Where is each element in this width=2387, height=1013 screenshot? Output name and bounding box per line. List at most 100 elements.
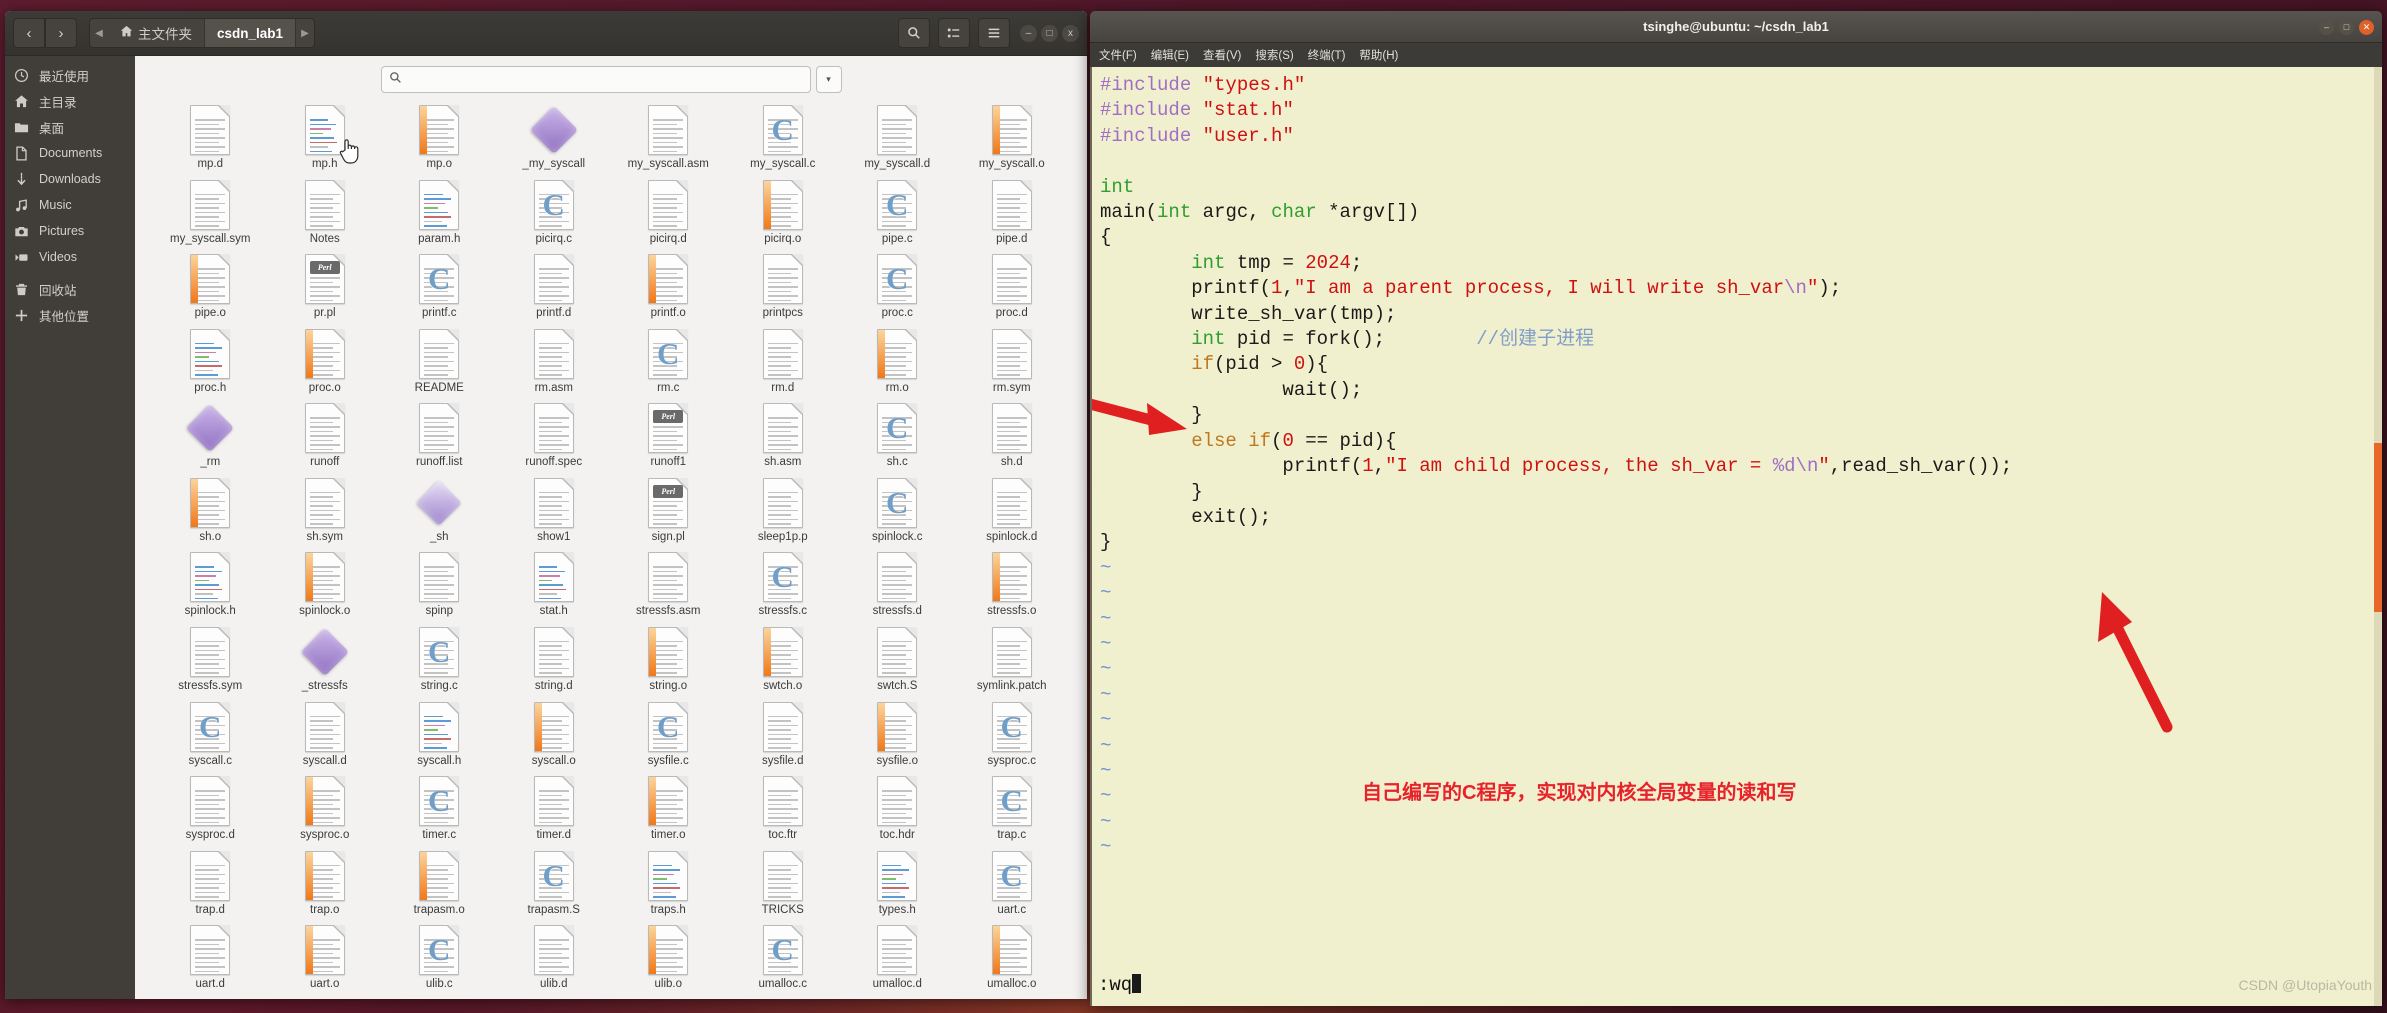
file-item[interactable]: sleep1p.p <box>726 474 841 547</box>
sidebar-item-桌面[interactable]: 桌面 <box>5 114 135 140</box>
file-item[interactable]: stressfs.asm <box>611 548 726 621</box>
file-item[interactable]: _my_syscall <box>497 101 612 174</box>
forward-button[interactable]: › <box>45 18 77 48</box>
file-item[interactable]: stat.h <box>497 548 612 621</box>
terminal-menu-item[interactable]: 文件(F) <box>1099 47 1137 63</box>
file-item[interactable]: swtch.S <box>840 623 955 696</box>
file-item[interactable]: Cstressfs.c <box>726 548 841 621</box>
file-item[interactable]: printpcs <box>726 250 841 323</box>
file-item[interactable]: sh.o <box>153 474 268 547</box>
file-item[interactable]: README <box>382 325 497 398</box>
hamburger-menu-icon[interactable] <box>978 18 1010 48</box>
sidebar-item-music[interactable]: Music <box>5 192 135 218</box>
terminal-menu-item[interactable]: 搜索(S) <box>1255 47 1293 63</box>
breadcrumb-scroll-left-icon[interactable]: ◀ <box>90 28 108 39</box>
file-item[interactable]: rm.asm <box>497 325 612 398</box>
file-item[interactable]: runoff.spec <box>497 399 612 472</box>
chevron-down-icon[interactable]: ▾ <box>815 66 842 93</box>
terminal-minimize-button[interactable]: – <box>2319 19 2334 35</box>
terminal-scrollbar[interactable] <box>2374 67 2382 1006</box>
file-item[interactable]: pipe.d <box>955 176 1070 249</box>
file-item[interactable]: types.h <box>840 847 955 920</box>
file-item[interactable]: swtch.o <box>726 623 841 696</box>
file-item[interactable]: my_syscall.sym <box>153 176 268 249</box>
sidebar-item-主目录[interactable]: 主目录 <box>5 88 135 114</box>
file-item[interactable]: usertests.asm <box>268 996 383 999</box>
maximize-button[interactable]: □ <box>1041 24 1058 42</box>
file-item[interactable]: uart.o <box>268 921 383 994</box>
file-item[interactable]: sh.sym <box>268 474 383 547</box>
file-item[interactable]: Cproc.c <box>840 250 955 323</box>
file-item[interactable]: ulib.o <box>611 921 726 994</box>
scrollbar-thumb[interactable] <box>2374 442 2382 612</box>
file-item[interactable]: umalloc.o <box>955 921 1070 994</box>
minimize-button[interactable]: – <box>1020 24 1037 42</box>
file-item[interactable]: Perl pr.pl <box>268 250 383 323</box>
file-item[interactable]: timer.o <box>611 772 726 845</box>
file-item[interactable]: toc.hdr <box>840 772 955 845</box>
file-item[interactable]: Cstring.c <box>382 623 497 696</box>
file-item[interactable]: trapasm.o <box>382 847 497 920</box>
file-item[interactable]: Csysfile.c <box>611 698 726 771</box>
file-item[interactable]: proc.h <box>153 325 268 398</box>
file-item[interactable]: timer.d <box>497 772 612 845</box>
file-item[interactable]: stressfs.d <box>840 548 955 621</box>
file-item[interactable]: rm.o <box>840 325 955 398</box>
sidebar-item-documents[interactable]: Documents <box>5 140 135 166</box>
sidebar-item-downloads[interactable]: Downloads <box>5 166 135 192</box>
terminal-close-button[interactable]: ✕ <box>2359 19 2374 35</box>
file-item[interactable]: mp.o <box>382 101 497 174</box>
file-item[interactable]: Cmy_syscall.c <box>726 101 841 174</box>
file-item[interactable]: trap.d <box>153 847 268 920</box>
file-item[interactable]: picirq.o <box>726 176 841 249</box>
search-input-wrapper[interactable] <box>380 66 811 93</box>
file-item[interactable]: _rm <box>153 399 268 472</box>
file-item[interactable]: traps.h <box>611 847 726 920</box>
sidebar-item-最近使用[interactable]: 最近使用 <box>5 62 135 88</box>
file-item[interactable]: Csysproc.c <box>955 698 1070 771</box>
file-item[interactable]: stressfs.sym <box>153 623 268 696</box>
file-item[interactable]: syscall.d <box>268 698 383 771</box>
back-button[interactable]: ‹ <box>13 18 45 48</box>
terminal-menu-item[interactable]: 查看(V) <box>1203 47 1241 63</box>
sidebar-item-pictures[interactable]: Pictures <box>5 218 135 244</box>
file-item[interactable]: _sh <box>382 474 497 547</box>
breadcrumb-item-csdn-lab1[interactable]: csdn_lab1 <box>205 19 297 47</box>
file-item[interactable]: _stressfs <box>268 623 383 696</box>
file-item[interactable]: mp.d <box>153 101 268 174</box>
terminal-screen[interactable]: #include "types.h" #include "stat.h" #incl… <box>1090 67 2382 1006</box>
file-item[interactable]: my_syscall.asm <box>611 101 726 174</box>
file-item[interactable]: sh.d <box>955 399 1070 472</box>
sidebar-item-其他位置[interactable]: 其他位置 <box>5 302 135 328</box>
file-item[interactable]: Ctrap.c <box>955 772 1070 845</box>
file-item[interactable]: printf.o <box>611 250 726 323</box>
file-item[interactable]: spinp <box>382 548 497 621</box>
file-item[interactable]: Cspinlock.c <box>840 474 955 547</box>
search-icon[interactable] <box>898 18 930 48</box>
file-item[interactable]: umalloc.d <box>840 921 955 994</box>
file-item[interactable]: Culib.c <box>382 921 497 994</box>
file-item[interactable]: Cuart.c <box>955 847 1070 920</box>
file-item[interactable]: spinlock.h <box>153 548 268 621</box>
file-item[interactable]: user.h <box>153 996 268 999</box>
breadcrumb-scroll-right-icon[interactable]: ▶ <box>296 28 314 39</box>
terminal-menu-item[interactable]: 编辑(E) <box>1151 47 1189 63</box>
file-item[interactable]: printf.d <box>497 250 612 323</box>
file-item[interactable]: runoff <box>268 399 383 472</box>
file-item[interactable]: TRICKS <box>726 847 841 920</box>
file-item[interactable]: pipe.o <box>153 250 268 323</box>
file-item[interactable]: Perl sign.pl <box>611 474 726 547</box>
file-item[interactable]: sysfile.d <box>726 698 841 771</box>
file-item[interactable]: Ctrapasm.S <box>497 847 612 920</box>
file-item[interactable]: spinlock.o <box>268 548 383 621</box>
file-item[interactable]: proc.o <box>268 325 383 398</box>
file-item[interactable]: Cusertests.c <box>382 996 497 999</box>
file-item[interactable]: Csh.c <box>840 399 955 472</box>
terminal-menu-item[interactable]: 终端(T) <box>1308 47 1346 63</box>
terminal-menu-item[interactable]: 帮助(H) <box>1359 47 1398 63</box>
file-item[interactable]: rm.sym <box>955 325 1070 398</box>
file-item[interactable]: param.h <box>382 176 497 249</box>
file-item[interactable]: syscall.h <box>382 698 497 771</box>
file-item[interactable]: runoff.list <box>382 399 497 472</box>
file-item[interactable]: my_syscall.d <box>840 101 955 174</box>
